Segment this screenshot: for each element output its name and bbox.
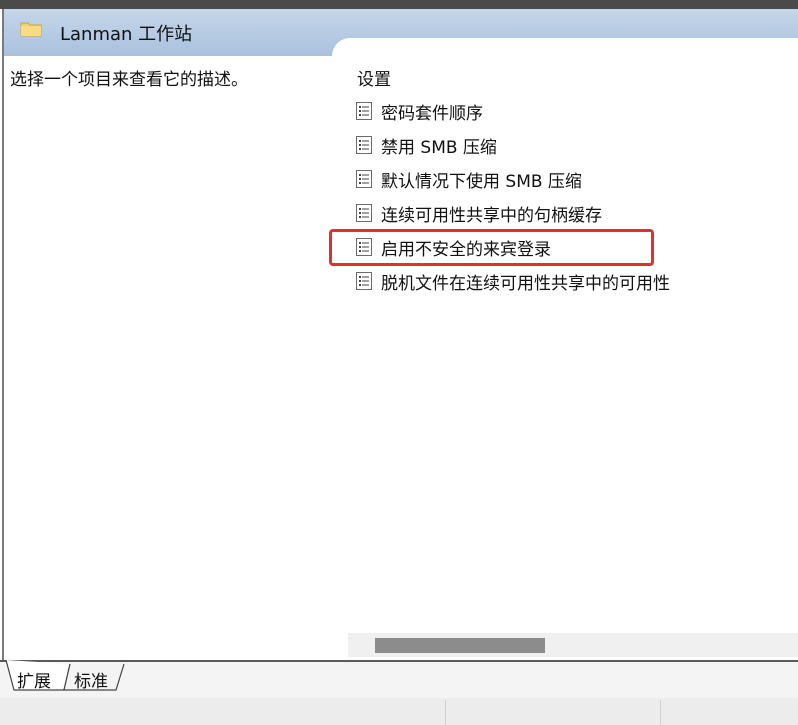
column-header-setting[interactable]: 设置 (357, 65, 391, 90)
folder-icon (20, 22, 42, 37)
status-bar (0, 698, 798, 725)
tab-extended[interactable]: 扩展 (17, 667, 51, 692)
list-item-label: 禁用 SMB 压缩 (381, 137, 497, 158)
highlight-annotation-box (329, 229, 654, 266)
header-title: Lanman 工作站 (60, 24, 193, 45)
status-bar-divider (445, 700, 446, 725)
list-item-label: 连续可用性共享中的句柄缓存 (381, 205, 602, 226)
policy-setting-icon (356, 170, 372, 188)
tab-standard[interactable]: 标准 (74, 667, 108, 692)
group-policy-window: Lanman 工作站 选择一个项目来查看它的描述。 设置 密码套件顺序 禁用 S… (0, 0, 798, 725)
list-item[interactable]: 连续可用性共享中的句柄缓存 (355, 200, 602, 226)
policy-setting-icon (356, 204, 372, 222)
list-item-label: 默认情况下使用 SMB 压缩 (381, 171, 582, 192)
list-item[interactable]: 密码套件顺序 (355, 98, 483, 124)
list-item[interactable]: 禁用 SMB 压缩 (355, 132, 497, 158)
policy-setting-icon (356, 136, 372, 154)
list-item[interactable]: 脱机文件在连续可用性共享中的可用性 (355, 268, 670, 294)
description-text: 选择一个项目来查看它的描述。 (10, 70, 248, 90)
list-item[interactable]: 默认情况下使用 SMB 压缩 (355, 166, 582, 192)
list-item-label: 密码套件顺序 (381, 103, 483, 124)
horizontal-scrollbar-thumb[interactable] (375, 638, 545, 653)
list-item-label: 脱机文件在连续可用性共享中的可用性 (381, 273, 670, 294)
policy-setting-icon (356, 272, 372, 290)
window-top-edge (0, 0, 798, 9)
policy-setting-icon (356, 102, 372, 120)
status-bar-divider (660, 700, 661, 725)
